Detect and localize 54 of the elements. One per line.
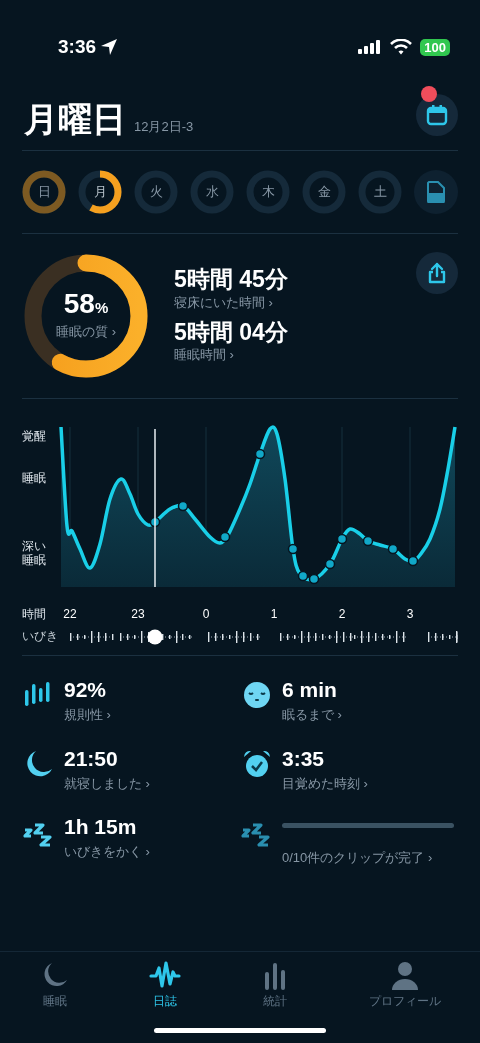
day-ring[interactable]: 水 bbox=[190, 170, 234, 214]
time-tick: 22 bbox=[63, 606, 77, 623]
signal-icon bbox=[358, 40, 383, 54]
person-icon bbox=[389, 960, 421, 992]
time-tick: 2 bbox=[338, 606, 346, 623]
metric-link[interactable]: 眠るまで › bbox=[282, 705, 342, 725]
share-icon bbox=[427, 262, 447, 284]
status-time: 3:36 bbox=[58, 34, 97, 59]
time-tick: 0 bbox=[202, 606, 210, 623]
stage-label: 深い睡眠 bbox=[22, 539, 47, 568]
metric-value: 92% bbox=[64, 678, 108, 702]
duration-value: 5時間 45分 bbox=[174, 267, 289, 293]
axis-title: 時間 bbox=[21, 606, 47, 622]
time-tick: 23 bbox=[131, 606, 145, 623]
page-title: 月曜日 bbox=[24, 102, 126, 136]
calendar-button[interactable] bbox=[416, 94, 458, 136]
metric-link[interactable]: 就寝しました › bbox=[64, 773, 150, 794]
duration-value: 5時間 04分 bbox=[174, 320, 289, 346]
calendar-icon bbox=[426, 104, 448, 126]
metric-value: 21:50 bbox=[64, 746, 119, 770]
metric-link[interactable]: 目覚めた時刻 › bbox=[282, 773, 368, 794]
day-ring[interactable]: 木 bbox=[246, 170, 290, 214]
quality-percent: 58% bbox=[63, 290, 109, 319]
nav-tab[interactable]: 睡眠 bbox=[39, 960, 71, 1010]
playhead-handle[interactable] bbox=[147, 629, 163, 645]
day-ring[interactable]: 土 bbox=[358, 170, 402, 214]
stage-label: 覚醒 bbox=[22, 429, 47, 444]
duration-link[interactable]: 寝床にいた時間 › bbox=[174, 292, 416, 312]
metric-link[interactable]: 0/10件のクリップが完了 › bbox=[282, 848, 454, 868]
quality-link[interactable]: 睡眠の質 › bbox=[56, 322, 116, 342]
time-tick: 1 bbox=[270, 606, 278, 623]
time-tick: 3 bbox=[406, 606, 414, 623]
battery-level: 100 bbox=[420, 38, 450, 56]
report-button[interactable] bbox=[414, 170, 458, 214]
metric-link[interactable]: いびきをかく › bbox=[64, 842, 150, 862]
location-icon bbox=[100, 38, 119, 56]
metric-value: 1h 15m bbox=[64, 815, 138, 839]
stage-label: 睡眠 bbox=[22, 471, 47, 486]
nav-tab[interactable]: 統計 bbox=[259, 960, 291, 1010]
wifi-icon bbox=[390, 39, 413, 55]
metric-link[interactable]: 規則性 › bbox=[64, 705, 111, 725]
day-ring[interactable]: 火 bbox=[134, 170, 178, 214]
date-range: 12月2日-3 bbox=[134, 117, 194, 136]
nav-tab[interactable]: プロフィール bbox=[369, 960, 441, 1010]
duration-link[interactable]: 睡眠時間 › bbox=[174, 345, 416, 365]
document-icon bbox=[427, 181, 445, 203]
nav-tab[interactable]: 日誌 bbox=[149, 960, 181, 1010]
snore-label: いびき bbox=[21, 629, 59, 645]
day-ring[interactable]: 月 bbox=[78, 170, 122, 214]
day-ring[interactable]: 金 bbox=[302, 170, 346, 214]
day-ring[interactable]: 日 bbox=[22, 170, 66, 214]
metric-value: 3:35 bbox=[282, 746, 326, 770]
share-button[interactable] bbox=[416, 252, 458, 294]
metric-value: 6 min bbox=[282, 678, 338, 702]
